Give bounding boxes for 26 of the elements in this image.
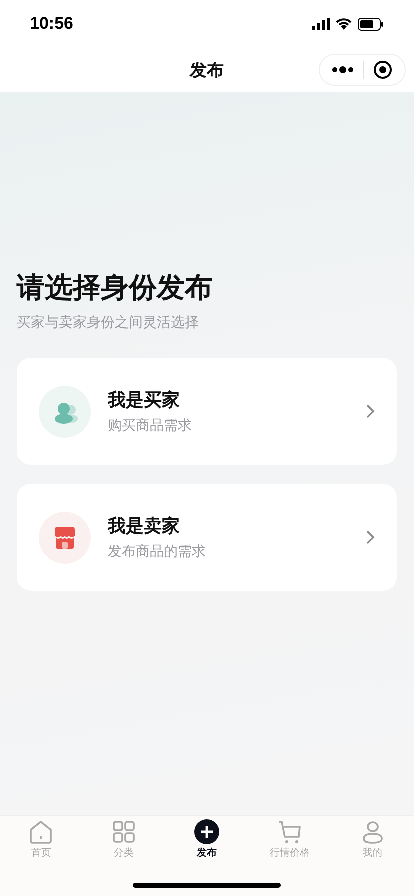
chevron-right-icon bbox=[366, 530, 375, 545]
signal-icon bbox=[312, 18, 330, 30]
cart-icon bbox=[276, 819, 303, 845]
plus-icon bbox=[194, 819, 220, 845]
close-target-icon[interactable] bbox=[372, 60, 393, 80]
tab-item[interactable]: 首页 bbox=[0, 816, 83, 865]
page-title: 发布 bbox=[190, 60, 224, 82]
option-description: 发布商品的需求 bbox=[108, 543, 207, 561]
wifi-icon bbox=[336, 18, 352, 30]
option-title: 我是卖家 bbox=[108, 515, 181, 538]
status-time: 10:56 bbox=[30, 14, 74, 34]
option-card[interactable]: 我是买家 购买商品需求 bbox=[17, 358, 397, 465]
heading: 请选择身份发布 bbox=[17, 270, 214, 306]
tab-item[interactable]: 我的 bbox=[331, 816, 414, 865]
tab-item[interactable]: 发布 bbox=[166, 816, 248, 865]
option-title: 我是买家 bbox=[108, 389, 181, 412]
grid-icon bbox=[111, 819, 138, 845]
option-card[interactable]: 我是卖家 发布商品的需求 bbox=[17, 484, 397, 591]
chevron-right-icon bbox=[366, 404, 375, 419]
home-icon bbox=[28, 819, 54, 845]
option-description: 购买商品需求 bbox=[108, 417, 193, 435]
tab-item[interactable]: 分类 bbox=[82, 816, 166, 865]
tab-item[interactable]: 行情价格 bbox=[248, 816, 332, 865]
battery-icon bbox=[358, 18, 384, 30]
more-icon[interactable] bbox=[332, 66, 354, 74]
subtitle: 买家与卖家身份之间灵活选择 bbox=[17, 314, 200, 332]
